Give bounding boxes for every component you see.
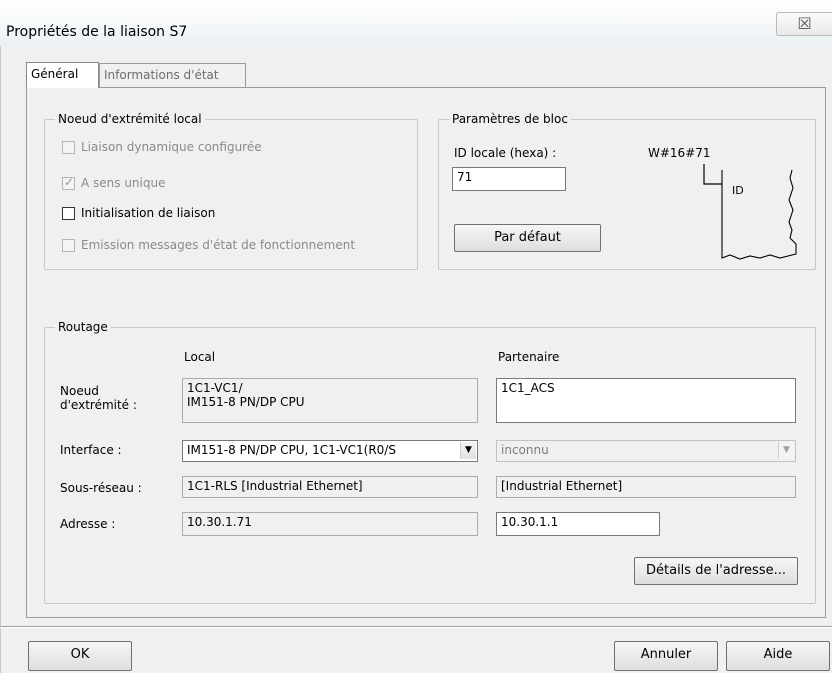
partner-endpoint-field[interactable]: 1C1_ACS	[496, 378, 796, 423]
local-address-field: 10.30.1.71	[182, 512, 478, 536]
chevron-down-icon[interactable]: ▼	[778, 442, 794, 459]
checkbox-label: Initialisation de liaison	[81, 206, 216, 220]
select-value: IM151-8 PN/DP CPU, 1C1-VC1(R0/S	[187, 443, 396, 457]
wvalue-label: W#16#71	[648, 146, 711, 160]
subnet-label: Sous-réseau :	[60, 481, 142, 495]
checkbox-box	[62, 238, 75, 252]
local-endpoint-field: 1C1-VC1/ IM151-8 PN/DP CPU	[182, 378, 478, 423]
local-subnet-field: 1C1-RLS [Industrial Ethernet]	[182, 476, 478, 498]
checkbox-box	[62, 206, 75, 220]
tab-status-info[interactable]: Informations d'état	[99, 63, 246, 87]
address-label: Adresse :	[60, 517, 116, 531]
partner-interface-select[interactable]: inconnu ▼	[496, 440, 796, 462]
default-button[interactable]: Par défaut	[454, 224, 601, 252]
dynamic-connection-checkbox[interactable]: Liaison dynamique configurée	[62, 140, 262, 154]
tab-label: Général	[31, 67, 79, 81]
check-icon: ✓	[64, 174, 75, 189]
checkbox-box: ✓	[62, 174, 75, 190]
help-button[interactable]: Aide	[726, 641, 830, 671]
local-interface-select[interactable]: IM151-8 PN/DP CPU, 1C1-VC1(R0/S ▼	[182, 440, 478, 462]
block-diagram-icon	[703, 164, 797, 260]
endpoint-label: Noeud d'extrémité :	[60, 384, 137, 412]
partner-address-input[interactable]: 10.30.1.1	[496, 512, 660, 536]
address-details-button[interactable]: Détails de l'adresse...	[634, 557, 798, 585]
window-title: Propriétés de la liaison S7	[6, 24, 188, 40]
send-status-messages-checkbox[interactable]: Emission messages d'état de fonctionneme…	[62, 238, 355, 252]
group-legend: Paramètres de bloc	[452, 112, 568, 126]
one-way-checkbox[interactable]: ✓ A sens unique	[62, 174, 166, 190]
group-legend: Noeud d'extrémité local	[58, 112, 202, 126]
close-icon: ☒	[797, 14, 812, 33]
connection-init-checkbox[interactable]: Initialisation de liaison	[62, 206, 215, 220]
local-id-input[interactable]: 71	[452, 167, 566, 191]
cancel-button[interactable]: Annuler	[614, 641, 718, 671]
chevron-down-icon[interactable]: ▼	[460, 442, 476, 459]
local-id-label: ID locale (hexa) :	[454, 146, 557, 160]
partner-subnet-field: [Industrial Ethernet]	[496, 476, 796, 498]
local-column-header: Local	[184, 350, 216, 364]
title-bar: Propriétés de la liaison S7 ☒	[0, 0, 832, 46]
partner-column-header: Partenaire	[498, 350, 560, 364]
block-id-label: ID	[732, 184, 744, 197]
ok-button[interactable]: OK	[28, 641, 132, 671]
tab-label: Informations d'état	[104, 68, 219, 82]
checkbox-label: Liaison dynamique configurée	[81, 140, 262, 154]
checkbox-label: Emission messages d'état de fonctionneme…	[81, 238, 356, 252]
checkbox-label: A sens unique	[81, 176, 166, 190]
interface-label: Interface :	[60, 443, 122, 457]
tab-general[interactable]: Général	[26, 62, 99, 88]
checkbox-box	[62, 140, 75, 154]
close-button[interactable]: ☒	[776, 12, 832, 36]
select-value: inconnu	[501, 443, 549, 457]
group-legend: Routage	[58, 320, 108, 334]
footer-separator	[0, 626, 832, 628]
